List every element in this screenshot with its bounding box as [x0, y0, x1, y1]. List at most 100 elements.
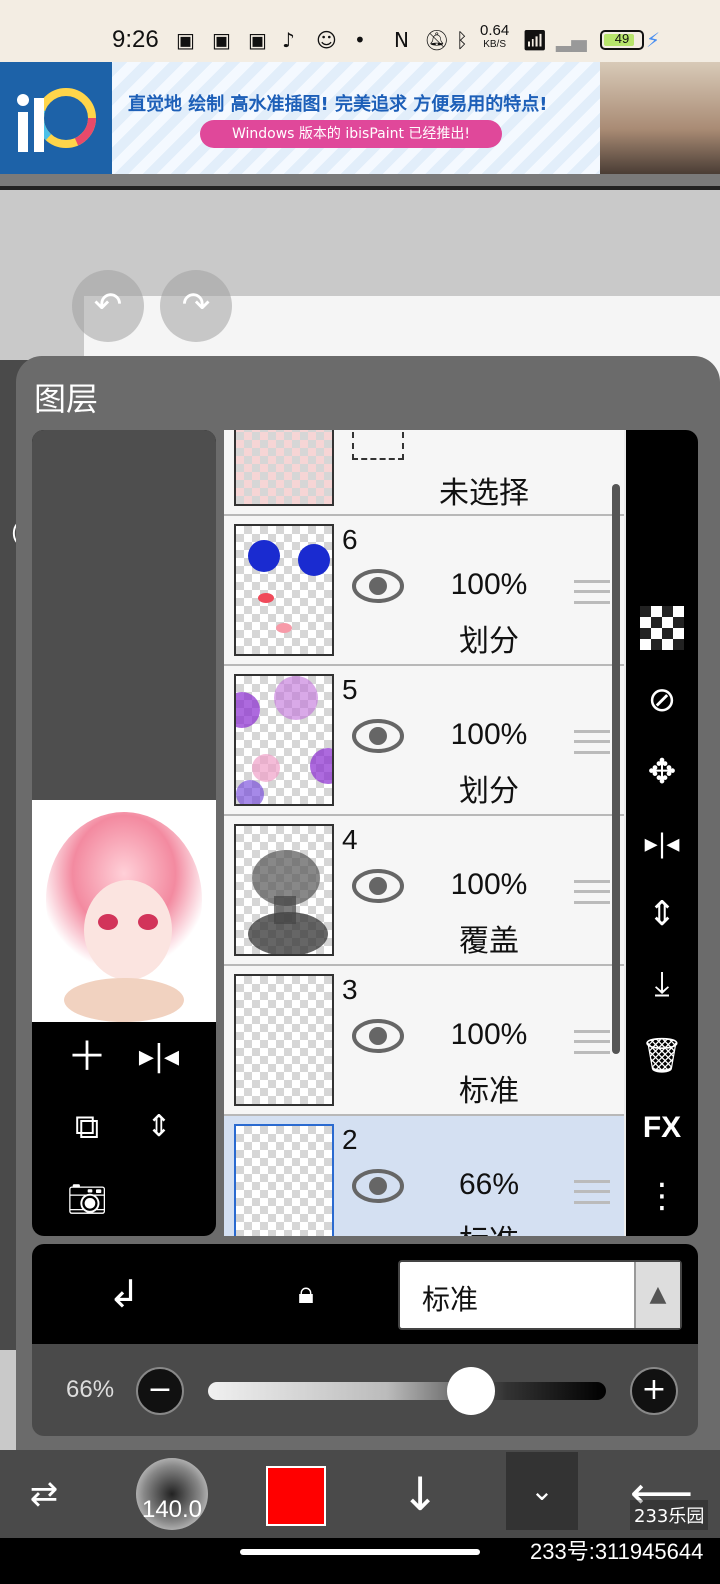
- tool-switch-icon[interactable]: ⇄: [16, 1466, 72, 1522]
- app-notification-icon: ▣: [212, 28, 231, 52]
- app-notification-icon: ▣: [248, 28, 267, 52]
- duplicate-layer-icon[interactable]: ⧉: [60, 1100, 114, 1154]
- visibility-eye-icon[interactable]: [352, 568, 404, 604]
- tiktok-icon: ♪: [282, 28, 295, 52]
- layer-blend-mode: 划分: [459, 774, 519, 809]
- bottom-toolbar: ⇄ ↓ ⌄ ⟵: [0, 1450, 720, 1538]
- flip-vertical-icon[interactable]: ⇕: [132, 1100, 186, 1154]
- brush-size-value: 140.0: [141, 1496, 203, 1523]
- preview-background: [32, 430, 216, 800]
- layer-row[interactable]: 6 100% 划分: [224, 516, 624, 666]
- layer-opacity: 100%: [450, 718, 528, 751]
- drag-handle-icon[interactable]: [574, 1030, 610, 1054]
- layer-number: 5: [342, 674, 358, 705]
- blend-mode-value: 标准: [422, 1283, 479, 1316]
- opacity-increase-button[interactable]: +: [630, 1367, 678, 1415]
- layer-blend-mode: 标准: [434, 1216, 544, 1236]
- visibility-eye-icon[interactable]: [352, 1168, 404, 1204]
- merge-down-icon[interactable]: ⤓: [636, 958, 688, 1010]
- more-options-icon[interactable]: ⋮: [636, 1170, 688, 1222]
- layer-thumbnail: [234, 524, 334, 656]
- layer-opacity: 66%: [458, 1168, 520, 1201]
- ad-headline: 直觉地 绘制 高水准插图! 完美追求 方便易用的特点!: [128, 94, 548, 115]
- layer-fx-button[interactable]: FX: [636, 1102, 688, 1154]
- layer-panel-title: 图层: [34, 380, 99, 418]
- opacity-slider[interactable]: [208, 1382, 606, 1400]
- redo-button[interactable]: ↷: [160, 270, 232, 342]
- move-layer-icon[interactable]: ✥: [636, 746, 688, 798]
- layer-thumbnail: [234, 1124, 334, 1236]
- color-swatch-button[interactable]: [266, 1466, 326, 1526]
- alpha-lock-icon[interactable]: 🔒︎: [284, 1270, 328, 1318]
- layer-number: 6: [342, 524, 358, 555]
- qq-icon: ☺: [316, 28, 337, 52]
- drag-handle-icon[interactable]: [574, 880, 610, 904]
- layer-thumbnail: [234, 974, 334, 1106]
- ibispaint-logo: [0, 62, 112, 174]
- watermark-logo: 233乐园: [630, 1500, 709, 1530]
- undo-button[interactable]: ↶: [72, 270, 144, 342]
- status-time: 9:26: [112, 26, 159, 53]
- layer-selection-label: 未选择: [439, 476, 529, 511]
- visibility-eye-icon[interactable]: [352, 868, 404, 904]
- layer-row[interactable]: 4 100% 覆盖: [224, 816, 624, 966]
- layer-blend-mode: 标准: [459, 1074, 519, 1109]
- layer-number: 2: [342, 1124, 358, 1155]
- blend-mode-select[interactable]: 标准 ▲: [398, 1260, 682, 1330]
- layer-list-scrollbar[interactable]: [612, 484, 620, 1054]
- visibility-eye-icon[interactable]: [352, 718, 404, 754]
- network-speed: 0.64 KB/S: [480, 22, 510, 50]
- clear-layer-icon[interactable]: ⊘: [636, 674, 688, 726]
- layer-opacity: 100%: [450, 868, 528, 901]
- watermark-text: 233号:311945644: [530, 1539, 704, 1564]
- layer-thumbnail: [234, 824, 334, 956]
- layer-thumbnail: [234, 674, 334, 806]
- wifi-icon: 📶︎: [522, 28, 548, 52]
- layer-thumbnail: [234, 430, 334, 506]
- canvas-preview-image[interactable]: [32, 800, 216, 1022]
- collapse-panel-icon[interactable]: ⌄: [506, 1452, 578, 1530]
- bluetooth-icon: ᛒ: [456, 28, 468, 52]
- layer-blend-mode: 划分: [459, 624, 519, 659]
- drag-handle-icon[interactable]: [574, 1180, 610, 1204]
- delete-layer-icon[interactable]: 🗑︎: [636, 1030, 688, 1082]
- selection-icon: [352, 432, 404, 460]
- transparency-checker-icon[interactable]: [636, 602, 688, 654]
- opacity-value: 66%: [66, 1376, 115, 1403]
- layer-opacity: 100%: [450, 1018, 528, 1051]
- mute-icon: 🔕︎: [424, 28, 450, 52]
- flip-horizontal-icon[interactable]: ▸|◂: [132, 1030, 186, 1084]
- camera-icon[interactable]: 📷︎: [60, 1172, 114, 1226]
- layer-row[interactable]: 3 100% 标准: [224, 966, 624, 1116]
- add-layer-icon[interactable]: ＋: [60, 1030, 114, 1084]
- dot-icon: •: [354, 28, 366, 52]
- layer-opacity: 100%: [450, 568, 528, 601]
- dropdown-arrow-icon[interactable]: ▲: [634, 1262, 680, 1328]
- layer-row-selection[interactable]: 未选择: [224, 430, 624, 516]
- visibility-eye-icon[interactable]: [352, 1018, 404, 1054]
- charging-icon: ⚡: [646, 28, 661, 52]
- ad-portrait-image: [600, 62, 720, 174]
- layer-tools-toolbar: ⊘ ✥ ▸|◂ ⇕ ⤓ 🗑︎ FX ⋮: [626, 430, 698, 1236]
- layer-row[interactable]: 5 100% 划分: [224, 666, 624, 816]
- layer-blend-mode: 覆盖: [459, 924, 519, 959]
- flip-horizontal-icon[interactable]: ▸|◂: [636, 818, 688, 870]
- nfc-icon: N: [394, 28, 409, 52]
- preview-panel: ＋ ▸|◂ ⧉ ⇕ 📷︎: [32, 430, 216, 1236]
- signal-icon: ▂▄: [556, 28, 587, 52]
- layer-list: 未选择 6 100% 划分 5 100% 划分 4 100% 覆盖 3 100%…: [224, 430, 626, 1236]
- opacity-slider-knob[interactable]: [446, 1367, 495, 1415]
- app-notification-icon: ▣: [176, 28, 195, 52]
- flip-vertical-icon[interactable]: ⇕: [636, 888, 688, 940]
- layer-down-icon[interactable]: ↓: [392, 1464, 448, 1524]
- home-gesture-handle[interactable]: [240, 1549, 480, 1555]
- opacity-decrease-button[interactable]: −: [136, 1367, 184, 1415]
- drag-handle-icon[interactable]: [574, 580, 610, 604]
- layer-row-selected[interactable]: 2 66% 标准: [224, 1116, 624, 1236]
- battery-icon: 49: [600, 30, 644, 50]
- clipping-icon[interactable]: ↲: [102, 1270, 146, 1318]
- drag-handle-icon[interactable]: [574, 730, 610, 754]
- layer-number: 3: [342, 974, 358, 1005]
- ad-subline: Windows 版本的 ibisPaint 已经推出!: [200, 120, 502, 148]
- layer-number: 4: [342, 824, 358, 855]
